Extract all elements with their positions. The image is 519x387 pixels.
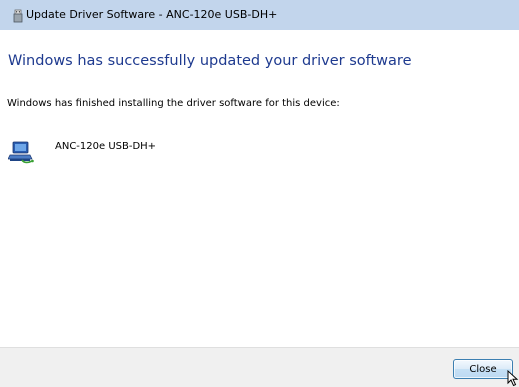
update-driver-window: Update Driver Software - ANC-120e USB-DH…	[0, 0, 519, 387]
button-bar: Close	[0, 347, 519, 387]
title-bar[interactable]: Update Driver Software - ANC-120e USB-DH…	[0, 0, 519, 30]
close-button[interactable]: Close	[453, 359, 513, 379]
page-title: Windows has successfully updated your dr…	[8, 53, 412, 69]
device-name: ANC-120e USB-DH+	[55, 141, 157, 152]
device-item: ANC-120e USB-DH+	[7, 137, 408, 169]
network-device-icon	[7, 141, 34, 165]
window-title: Update Driver Software - ANC-120e USB-DH…	[26, 8, 278, 21]
usb-driver-icon	[12, 8, 24, 23]
mouse-pointer-icon	[507, 369, 519, 387]
status-message: Windows has finished installing the driv…	[7, 98, 340, 109]
